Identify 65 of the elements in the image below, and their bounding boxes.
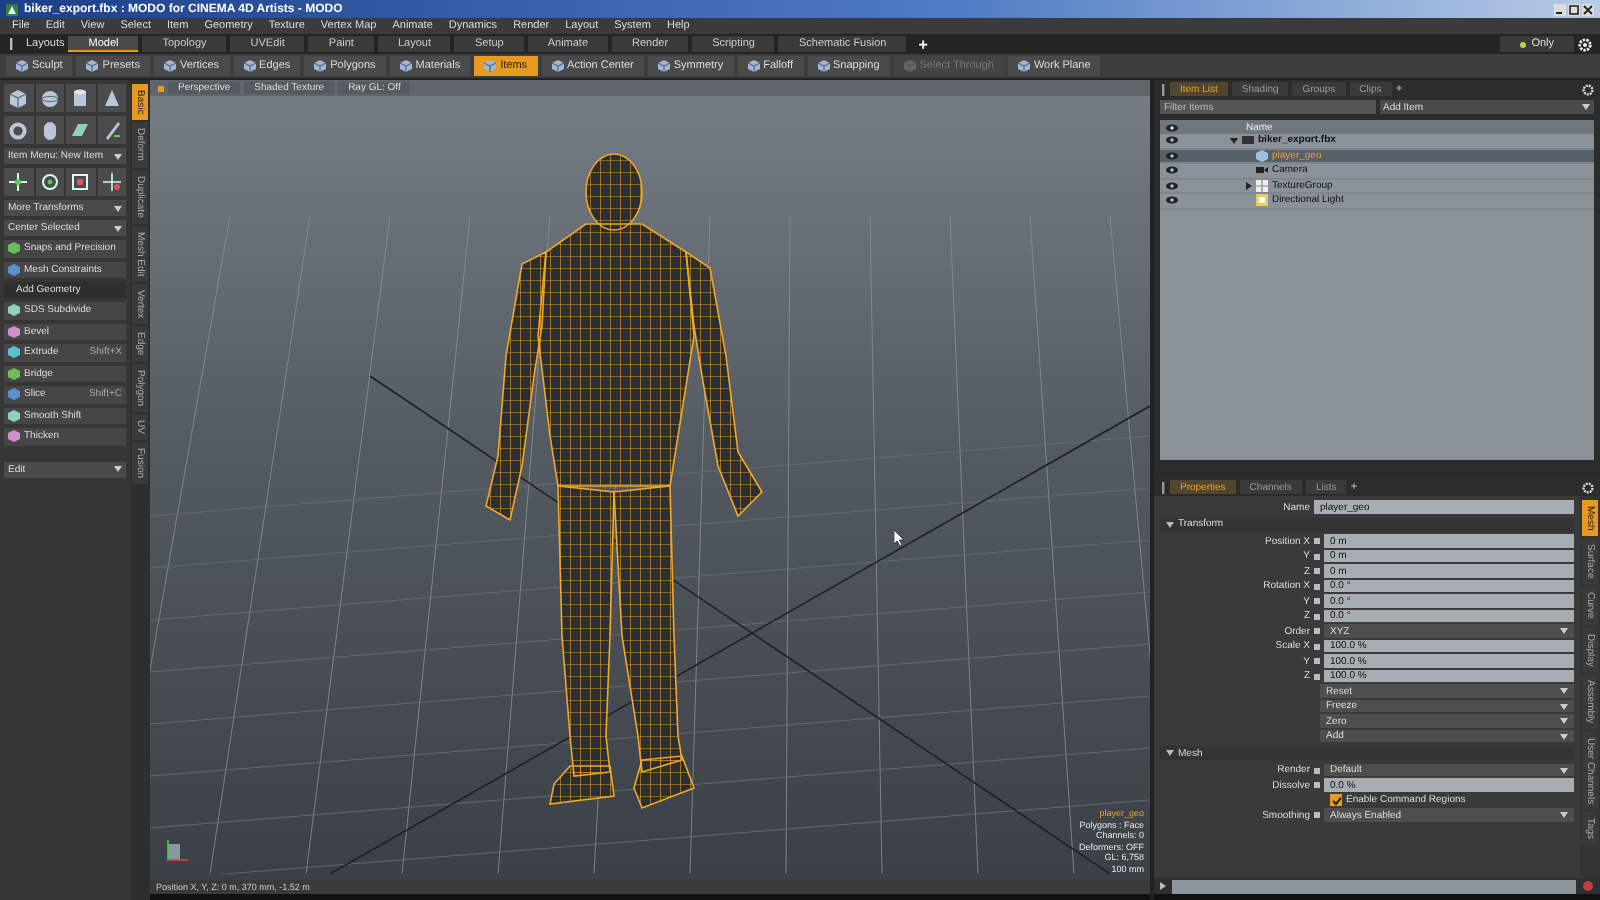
command-field[interactable]: [1172, 879, 1576, 893]
rotate-icon: [39, 171, 60, 193]
caret-icon: [1560, 733, 1568, 739]
pen-icon: [101, 119, 122, 141]
scale-tool-button[interactable]: [66, 168, 95, 196]
mouse-cursor-icon: [894, 530, 904, 546]
caret-icon: [114, 225, 122, 231]
eye-icon: [1165, 166, 1177, 175]
eye-icon: [1165, 136, 1177, 145]
caret-icon: [114, 153, 122, 159]
move-tool-button[interactable]: [4, 168, 33, 196]
grip-icon: [1160, 83, 1166, 95]
maximize-icon[interactable]: [1568, 3, 1580, 15]
axis-gizmo-icon: [166, 836, 190, 864]
app-icon: [6, 3, 18, 15]
expand-arrow-icon: [1166, 521, 1174, 527]
caret-icon: [1582, 104, 1590, 110]
circle-icon[interactable]: [1582, 880, 1594, 892]
sphere-icon: [39, 87, 60, 109]
pen-tool-button[interactable]: [97, 116, 126, 144]
add-tab-button[interactable]: +: [918, 35, 928, 53]
eye-icon: [1165, 151, 1177, 160]
cube-tool-button[interactable]: [4, 84, 33, 112]
caret-icon: [1560, 718, 1568, 724]
expand-arrow-icon: [1166, 750, 1174, 756]
caret-icon: [114, 466, 122, 472]
move-icon: [8, 171, 29, 193]
grip-icon: [1160, 481, 1166, 493]
sheet-tool-button[interactable]: [66, 116, 95, 144]
torus-icon: [8, 119, 29, 141]
caret-icon: [1560, 767, 1568, 773]
cone-icon: [101, 87, 122, 109]
prompt-arrow-icon: [1160, 882, 1166, 890]
caret-icon: [1560, 703, 1568, 709]
cylinder-tool-button[interactable]: [66, 84, 95, 112]
sphere-tool-button[interactable]: [35, 84, 64, 112]
cone-tool-button[interactable]: [97, 84, 126, 112]
cylinder-icon: [70, 87, 91, 109]
collapsed-arrow-icon[interactable]: [1245, 181, 1251, 190]
dot-icon: [1519, 41, 1526, 47]
transform-icon: [101, 171, 122, 193]
rotate-tool-button[interactable]: [35, 168, 64, 196]
checkbox[interactable]: [1330, 794, 1342, 806]
scale-icon: [70, 171, 91, 193]
eye-icon: [1165, 196, 1177, 205]
grip-icon: [8, 38, 14, 50]
settings-icon[interactable]: [1582, 481, 1594, 493]
close-icon[interactable]: [1582, 3, 1594, 15]
capsule-tool-button[interactable]: [35, 116, 64, 144]
eye-icon: [1165, 181, 1177, 190]
caret-icon: [1560, 628, 1568, 634]
expand-arrow-icon[interactable]: [1230, 137, 1238, 144]
checkmark-icon: [1331, 795, 1341, 805]
settings-icon[interactable]: [1582, 83, 1594, 95]
minimize-icon[interactable]: [1554, 3, 1566, 15]
caret-icon: [1560, 688, 1568, 694]
caret-icon: [114, 205, 122, 211]
settings-icon[interactable]: [1578, 37, 1592, 51]
eye-icon: [1165, 123, 1177, 131]
capsule-icon: [39, 119, 60, 141]
torus-tool-button[interactable]: [4, 116, 33, 144]
caret-icon: [1560, 812, 1568, 818]
light-icon: [1256, 194, 1268, 207]
sheet-icon: [70, 119, 91, 141]
transform-tool-button[interactable]: [97, 168, 126, 196]
